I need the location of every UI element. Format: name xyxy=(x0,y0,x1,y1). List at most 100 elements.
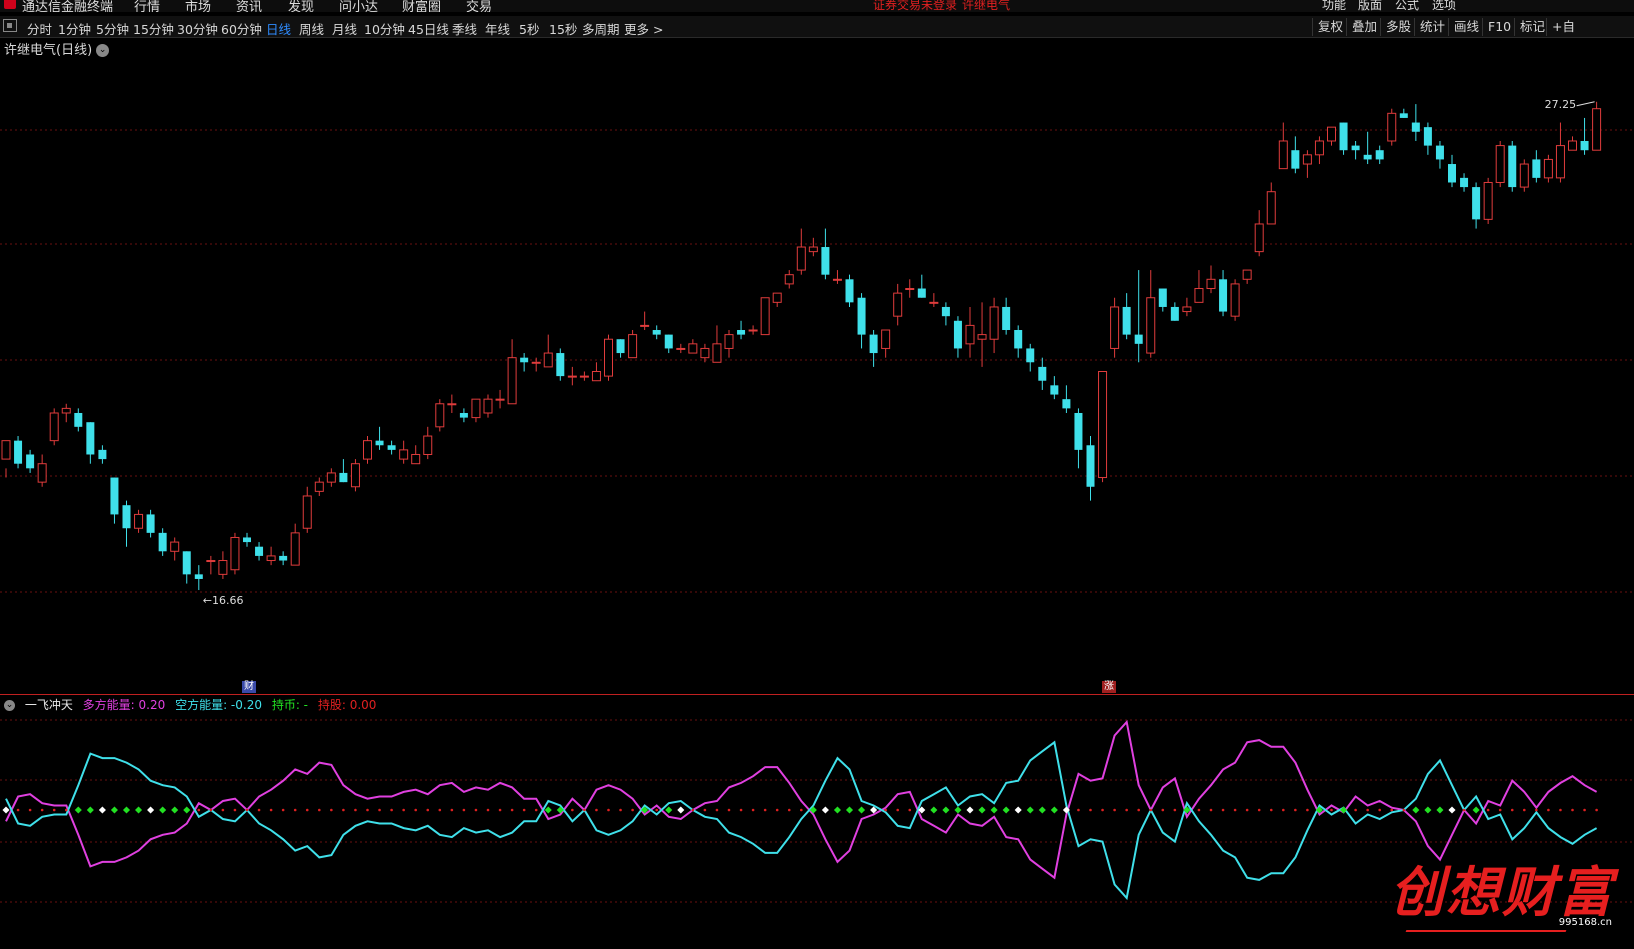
candle[interactable] xyxy=(676,343,686,354)
finance-event-marker[interactable]: 财 xyxy=(242,681,256,693)
candle[interactable] xyxy=(724,330,734,358)
candle[interactable] xyxy=(591,362,601,382)
candle[interactable] xyxy=(1483,177,1493,224)
candle[interactable] xyxy=(1508,140,1517,192)
candle[interactable] xyxy=(1460,173,1469,192)
candle[interactable] xyxy=(989,297,999,354)
tab-10min[interactable]: 10分钟 xyxy=(364,19,405,38)
candle[interactable] xyxy=(640,311,650,331)
candle[interactable] xyxy=(857,293,866,349)
candle[interactable] xyxy=(495,389,505,409)
candle[interactable] xyxy=(604,334,613,381)
restore-rights-button[interactable]: 复权 xyxy=(1312,18,1348,36)
candle[interactable] xyxy=(579,371,589,381)
candle[interactable] xyxy=(941,302,950,326)
candle[interactable] xyxy=(411,445,421,465)
candle[interactable] xyxy=(1219,270,1228,317)
candle[interactable] xyxy=(737,320,746,340)
candle[interactable] xyxy=(556,348,565,381)
candle[interactable] xyxy=(26,449,35,473)
tab-15sec[interactable]: 15秒 xyxy=(549,19,577,38)
menu-item-zixun[interactable]: 资讯 xyxy=(236,0,262,12)
tab-more[interactable]: 更多 > xyxy=(624,19,663,38)
menu-item-faxian[interactable]: 发现 xyxy=(288,0,314,12)
tab-yearly[interactable]: 年线 xyxy=(485,19,510,38)
panel-toggle-icon[interactable] xyxy=(3,19,17,32)
candle[interactable] xyxy=(700,343,710,363)
candle[interactable] xyxy=(255,542,264,561)
candle[interactable] xyxy=(1,440,11,478)
candle[interactable] xyxy=(1134,270,1143,363)
candle[interactable] xyxy=(1399,108,1408,118)
candle[interactable] xyxy=(1182,297,1192,317)
candle[interactable] xyxy=(929,293,939,307)
candle[interactable] xyxy=(1351,140,1360,160)
candle[interactable] xyxy=(1074,408,1083,469)
candle[interactable] xyxy=(326,468,336,487)
candle[interactable] xyxy=(218,551,228,579)
candle[interactable] xyxy=(1242,269,1252,284)
menu-item-caifuquan[interactable]: 财富圈 xyxy=(402,0,441,12)
candle[interactable] xyxy=(61,403,71,423)
candle[interactable] xyxy=(1411,104,1420,141)
candle[interactable] xyxy=(748,325,758,335)
overlay-button[interactable]: 叠加 xyxy=(1346,18,1382,36)
f10-button[interactable]: F10 xyxy=(1482,18,1516,36)
tab-15min[interactable]: 15分钟 xyxy=(133,19,174,38)
candle[interactable] xyxy=(423,426,433,460)
candle[interactable] xyxy=(796,228,806,275)
candle[interactable] xyxy=(1532,150,1541,183)
candle[interactable] xyxy=(567,366,577,386)
candle[interactable] xyxy=(965,306,975,358)
candle[interactable] xyxy=(194,565,203,591)
candle[interactable] xyxy=(1375,145,1384,165)
candle[interactable] xyxy=(616,339,625,358)
tab-quarterly[interactable]: 季线 xyxy=(452,19,477,38)
candle[interactable] xyxy=(832,270,842,284)
candle[interactable] xyxy=(1291,136,1300,174)
candle[interactable] xyxy=(1098,371,1108,483)
candle[interactable] xyxy=(447,394,457,413)
candle[interactable] xyxy=(1314,136,1324,165)
tab-5min[interactable]: 5分钟 xyxy=(96,19,129,38)
tab-daily[interactable]: 日线 xyxy=(266,19,291,38)
tab-60min[interactable]: 60分钟 xyxy=(221,19,262,38)
candle[interactable] xyxy=(628,330,638,359)
pane-divider[interactable] xyxy=(0,694,1634,695)
candle[interactable] xyxy=(977,302,987,367)
candle[interactable] xyxy=(1062,385,1071,413)
candle[interactable] xyxy=(399,440,409,464)
candle[interactable] xyxy=(688,339,698,354)
candle[interactable] xyxy=(1302,150,1312,178)
candle[interactable] xyxy=(507,339,517,405)
candle[interactable] xyxy=(1038,357,1047,390)
candle[interactable] xyxy=(230,532,240,575)
tab-monthly[interactable]: 月线 xyxy=(332,19,357,38)
candle[interactable] xyxy=(917,274,926,298)
candle[interactable] xyxy=(1519,159,1529,192)
candle[interactable] xyxy=(893,283,903,326)
candle[interactable] xyxy=(808,237,818,257)
candle[interactable] xyxy=(520,353,529,372)
candle[interactable] xyxy=(664,334,673,354)
candle[interactable] xyxy=(182,551,191,584)
candle[interactable] xyxy=(435,399,445,432)
menu-item-gongneng[interactable]: 功能 xyxy=(1322,0,1346,12)
candle[interactable] xyxy=(483,394,493,418)
candle[interactable] xyxy=(1339,122,1348,155)
candle[interactable] xyxy=(1580,117,1589,155)
candle[interactable] xyxy=(1206,265,1216,294)
candle[interactable] xyxy=(760,297,770,336)
candle[interactable] xyxy=(1568,136,1577,151)
menu-item-jiaoyi[interactable]: 交易 xyxy=(466,0,492,12)
candle[interactable] xyxy=(363,436,372,464)
candle[interactable] xyxy=(1266,182,1276,225)
candle[interactable] xyxy=(1423,122,1432,155)
candle[interactable] xyxy=(1592,101,1602,151)
tab-45day[interactable]: 45日线 xyxy=(408,19,449,38)
candle[interactable] xyxy=(49,408,59,446)
candle[interactable] xyxy=(74,408,83,432)
tab-multi-period[interactable]: 多周期 xyxy=(582,19,620,38)
candle[interactable] xyxy=(1014,325,1023,358)
candle[interactable] xyxy=(1495,140,1505,188)
